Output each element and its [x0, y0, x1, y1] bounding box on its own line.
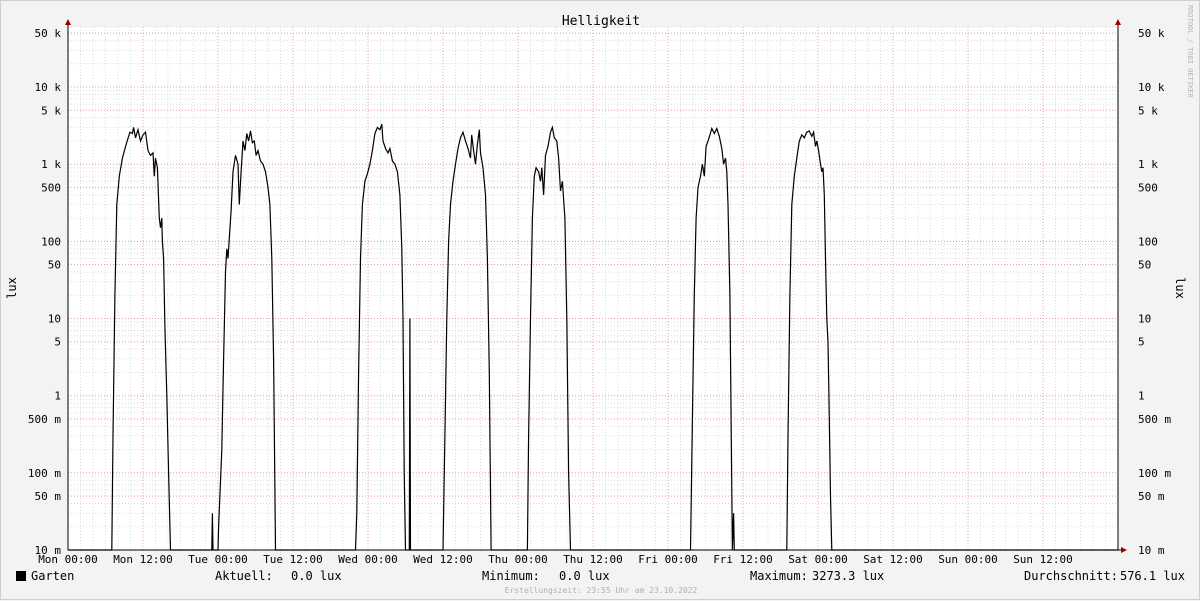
- brightness-chart: 50 k 10 k 5 k 1 k 500 100 50 10 5 1 500 m 100 m 50 m…: [5, 5, 1194, 595]
- y-tick-label-right: 1: [1138, 390, 1145, 403]
- x-ticks: Mon 00:00 Mon 12:00 Tue 00:00 Tue 12:00 Wed …: [38, 553, 1073, 566]
- y-tick-label-left: 5: [54, 336, 61, 349]
- legend-series-name: Garten: [31, 569, 74, 583]
- y-tick-label-right: 1 k: [1138, 158, 1158, 171]
- legend-swatch: [16, 571, 26, 581]
- y-tick-label-left: 500 m: [28, 413, 61, 426]
- x-tick-label: Fri 00:00: [638, 553, 698, 566]
- y-axis-label-right: lux: [1173, 277, 1187, 299]
- legend-aktuell-value: 0.0 lux: [291, 569, 342, 583]
- legend-avg-label: Durchschnitt:: [1024, 569, 1118, 583]
- y-tick-label-right: 50 m: [1138, 490, 1165, 503]
- y-ticks-left: 50 k 10 k 5 k 1 k 500 100 50 10 5 1 500 m 100 m 50 m…: [28, 27, 61, 557]
- y-tick-label-left: 50 k: [35, 27, 62, 40]
- y-tick-label-left: 50 m: [35, 490, 62, 503]
- x-tick-label: Tue 00:00: [188, 553, 248, 566]
- y-tick-label-left: 500: [41, 181, 61, 194]
- legend-maximum-label: Maximum:: [750, 569, 808, 583]
- y-tick-label-left: 10 k: [35, 81, 62, 94]
- y-tick-label-right: 100: [1138, 235, 1158, 248]
- y-tick-label-right: 500: [1138, 181, 1158, 194]
- y-tick-label-right: 10 k: [1138, 81, 1165, 94]
- y-tick-label-left: 5 k: [41, 104, 61, 117]
- y-axis-arrow-left: [65, 19, 71, 25]
- chart-title: Helligkeit: [562, 14, 640, 29]
- y-tick-label-right: 100 m: [1138, 467, 1171, 480]
- x-tick-label: Thu 12:00: [563, 553, 623, 566]
- y-tick-label-right: 50: [1138, 259, 1151, 272]
- y-tick-label-left: 1: [54, 390, 61, 403]
- legend-aktuell-label: Aktuell:: [215, 569, 273, 583]
- y-axis-arrow-right: [1115, 19, 1121, 25]
- x-tick-label: Wed 12:00: [413, 553, 473, 566]
- y-axis-label-left: lux: [5, 277, 19, 299]
- x-tick-label: Sun 12:00: [1013, 553, 1073, 566]
- y-tick-label-right: 10 m: [1138, 544, 1165, 557]
- x-tick-label: Fri 12:00: [713, 553, 773, 566]
- x-tick-label: Tue 12:00: [263, 553, 323, 566]
- x-tick-label: Mon 00:00: [38, 553, 98, 566]
- y-tick-label-left: 50: [48, 259, 61, 272]
- chart-frame: 50 k 10 k 5 k 1 k 500 100 50 10 5 1 500 m 100 m 50 m…: [0, 0, 1200, 600]
- x-tick-label: Sat 12:00: [863, 553, 923, 566]
- y-tick-label-right: 5 k: [1138, 104, 1158, 117]
- y-tick-label-right: 500 m: [1138, 413, 1171, 426]
- y-tick-label-left: 100: [41, 235, 61, 248]
- creation-time-footer: Erstellungszeit: 23:55 Uhr am 23.10.2022: [505, 586, 698, 595]
- legend-avg-value: 576.1 lux: [1120, 569, 1185, 583]
- y-tick-label-left: 100 m: [28, 467, 61, 480]
- x-tick-label: Sat 00:00: [788, 553, 848, 566]
- x-tick-label: Sun 00:00: [938, 553, 998, 566]
- legend-maximum-value: 3273.3 lux: [812, 569, 884, 583]
- x-tick-label: Thu 00:00: [488, 553, 548, 566]
- y-tick-label-right: 50 k: [1138, 27, 1165, 40]
- legend-minimum-label: Minimum:: [482, 569, 540, 583]
- y-tick-label-left: 1 k: [41, 158, 61, 171]
- y-ticks-right: 50 k 10 k 5 k 1 k 500 100 50 10 5 1 500 m 100 m 50 m…: [1138, 27, 1171, 557]
- x-tick-label: Mon 12:00: [113, 553, 173, 566]
- y-tick-label-right: 5: [1138, 336, 1145, 349]
- y-tick-label-right: 10: [1138, 313, 1151, 326]
- legend-minimum-value: 0.0 lux: [559, 569, 610, 583]
- x-tick-label: Wed 00:00: [338, 553, 398, 566]
- y-tick-label-left: 10: [48, 313, 61, 326]
- x-axis-arrow: [1121, 547, 1127, 553]
- rrdtool-watermark: RRDTOOL / TOBI OETIKER: [1186, 5, 1194, 99]
